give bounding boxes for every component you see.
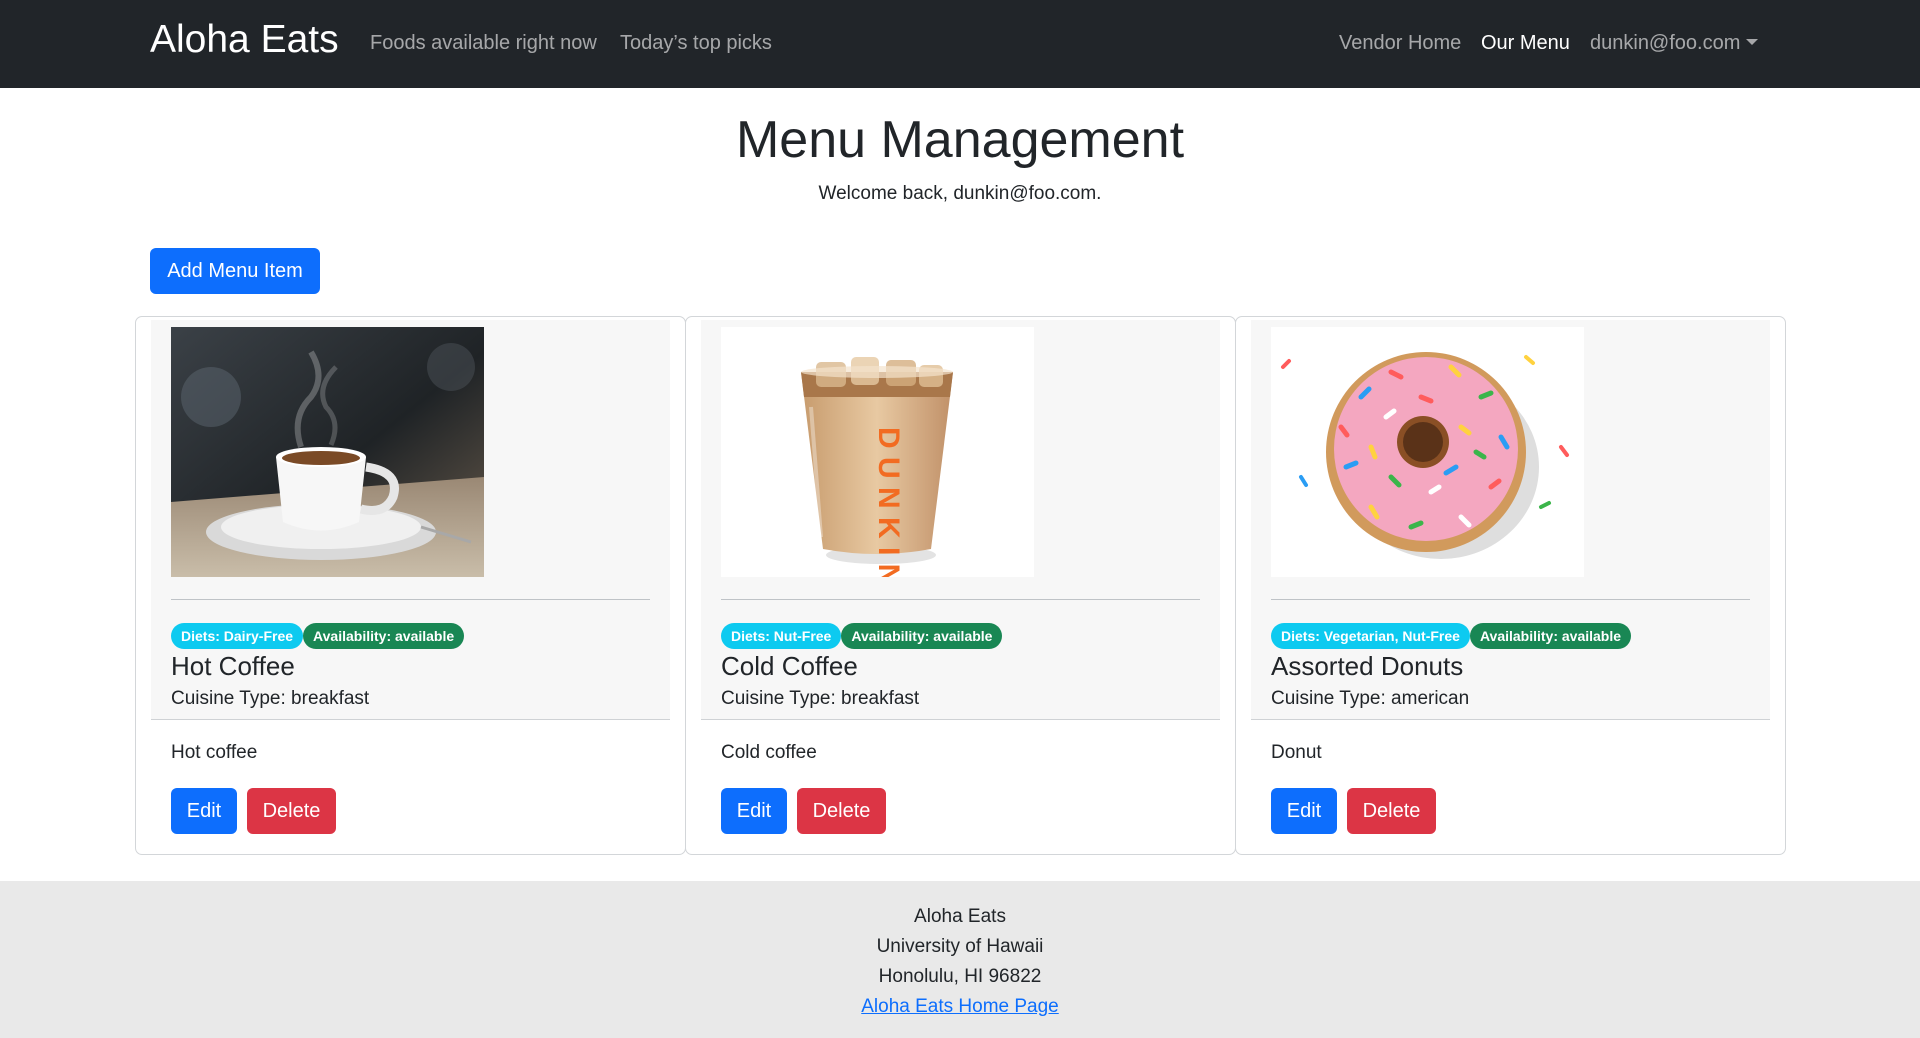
- user-email: dunkin@foo.com: [1590, 32, 1741, 54]
- diets-badge: Diets: Vegetarian, Nut-Free: [1271, 623, 1470, 649]
- iced-coffee-illustration: D U N K I N: [721, 327, 1034, 577]
- welcome-message: Welcome back, dunkin@foo.com.: [818, 183, 1102, 204]
- menu-item-card: D U N K I N Diets: Nut-Free Availability:…: [685, 316, 1236, 855]
- menu-item-card: Diets: Dairy-Free Availability: available…: [135, 316, 686, 855]
- divider: [1271, 599, 1750, 600]
- card-title: Hot Coffee: [171, 651, 295, 681]
- footer-org-name: Aloha Eats: [914, 906, 1006, 927]
- add-menu-item-button[interactable]: Add Menu Item: [150, 248, 320, 294]
- card-header: Diets: Dairy-Free Availability: available…: [151, 320, 670, 720]
- card-header: D U N K I N Diets: Nut-Free Availability:…: [701, 320, 1220, 720]
- divider: [171, 599, 650, 600]
- sprinkled-donut-illustration: [1271, 327, 1584, 577]
- badge-group: Diets: Vegetarian, Nut-Free Availability:…: [1271, 623, 1632, 649]
- card-header: Diets: Vegetarian, Nut-Free Availability:…: [1251, 320, 1770, 720]
- footer-link-row: Aloha Eats Home Page: [0, 994, 1920, 1020]
- edit-button[interactable]: Edit: [1271, 788, 1337, 834]
- card-description: Cold coffee: [721, 742, 817, 763]
- assorted-donuts-image: [1271, 327, 1584, 577]
- edit-button[interactable]: Edit: [171, 788, 237, 834]
- hot-coffee-image: [171, 327, 484, 577]
- caret-down-icon: [1746, 39, 1759, 45]
- nav-our-menu[interactable]: Our Menu: [1481, 30, 1570, 56]
- footer: Aloha Eats University of Hawaii Honolulu…: [0, 881, 1920, 1038]
- footer-university: University of Hawaii: [876, 936, 1044, 957]
- cuisine-type: Cuisine Type: american: [1271, 688, 1470, 709]
- delete-button[interactable]: Delete: [797, 788, 886, 834]
- hot-coffee-illustration: [171, 327, 484, 577]
- top-navbar: Aloha Eats Foods available right now Tod…: [0, 0, 1920, 88]
- nav-top-picks[interactable]: Today’s top picks: [620, 30, 772, 56]
- cuisine-type: Cuisine Type: breakfast: [171, 688, 370, 709]
- diets-badge: Diets: Dairy-Free: [171, 623, 304, 649]
- card-description: Hot coffee: [171, 742, 258, 763]
- badge-group: Diets: Dairy-Free Availability: available: [171, 623, 465, 649]
- divider: [721, 599, 1200, 600]
- cup-logo-text: D U N K I N: [872, 427, 905, 577]
- delete-button[interactable]: Delete: [1347, 788, 1436, 834]
- footer-address: Honolulu, HI 96822: [878, 966, 1042, 987]
- home-page-link[interactable]: Aloha Eats Home Page: [861, 996, 1059, 1017]
- user-dropdown[interactable]: dunkin@foo.com: [1590, 30, 1759, 56]
- brand-logo-link[interactable]: Aloha Eats: [150, 16, 339, 64]
- nav-vendor-home[interactable]: Vendor Home: [1339, 30, 1461, 56]
- nav-foods-available[interactable]: Foods available right now: [370, 30, 597, 56]
- badge-group: Diets: Nut-Free Availability: available: [721, 623, 1003, 649]
- page-title: Menu Management: [735, 111, 1185, 169]
- cold-coffee-image: D U N K I N: [721, 327, 1034, 577]
- availability-badge: Availability: available: [841, 623, 1003, 649]
- edit-button[interactable]: Edit: [721, 788, 787, 834]
- card-title: Cold Coffee: [721, 651, 858, 681]
- card-title: Assorted Donuts: [1271, 651, 1464, 681]
- availability-badge: Availability: available: [1469, 623, 1632, 649]
- cuisine-type: Cuisine Type: breakfast: [721, 688, 920, 709]
- availability-badge: Availability: available: [303, 623, 465, 649]
- card-description: Donut: [1271, 742, 1322, 763]
- delete-button[interactable]: Delete: [247, 788, 336, 834]
- menu-item-card: Diets: Vegetarian, Nut-Free Availability:…: [1235, 316, 1786, 855]
- diets-badge: Diets: Nut-Free: [721, 623, 842, 649]
